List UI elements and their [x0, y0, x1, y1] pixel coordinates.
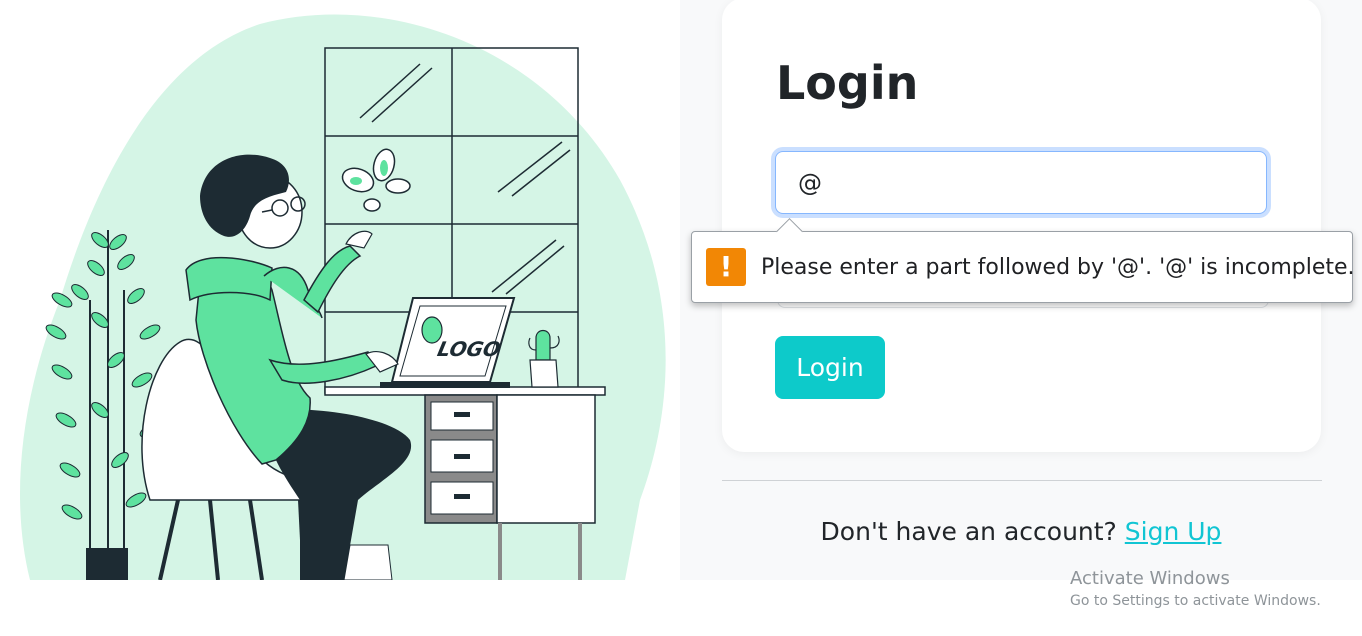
person-at-desk-illustration: LOGO — [20, 14, 666, 580]
watermark-title: Activate Windows — [1070, 568, 1230, 589]
warning-icon: ! — [706, 248, 746, 286]
login-card: Login Login — [722, 0, 1321, 452]
signup-prompt-row: Don't have an account? Sign Up — [680, 514, 1362, 550]
watermark-subtitle: Go to Settings to activate Windows. — [1070, 593, 1321, 609]
email-field[interactable] — [775, 151, 1267, 214]
login-button[interactable]: Login — [775, 336, 885, 399]
laptop-logo-text: LOGO — [435, 337, 502, 361]
activate-windows-watermark: Activate Windows Go to Settings to activ… — [1070, 568, 1321, 611]
divider — [722, 480, 1322, 481]
validation-tooltip: ! Please enter a part followed by '@'. '… — [691, 218, 1355, 303]
login-heading: Login — [776, 56, 919, 110]
hero-illustration: LOGO — [0, 0, 680, 580]
signup-prompt-text: Don't have an account? — [820, 517, 1117, 546]
sign-up-link[interactable]: Sign Up — [1125, 517, 1222, 546]
validation-message: Please enter a part followed by '@'. '@'… — [761, 255, 1355, 280]
